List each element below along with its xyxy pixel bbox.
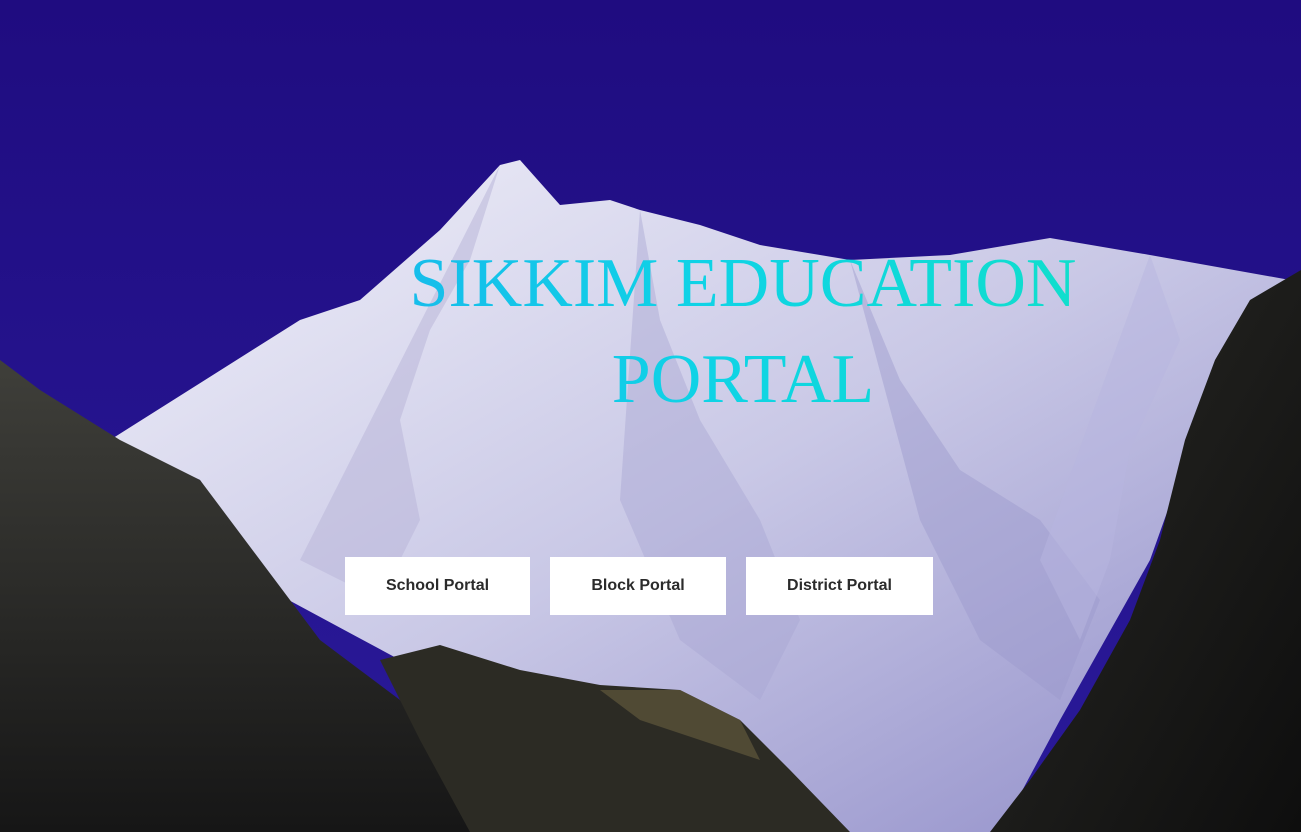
school-portal-button[interactable]: School Portal [345, 557, 530, 615]
page-title-line-2: PORTAL [611, 341, 875, 418]
page-title: SIKKIM EDUCATION PORTAL [343, 236, 1143, 428]
district-portal-button[interactable]: District Portal [746, 557, 933, 615]
block-portal-button[interactable]: Block Portal [550, 557, 726, 615]
page-title-line-1: SIKKIM EDUCATION [409, 245, 1077, 322]
